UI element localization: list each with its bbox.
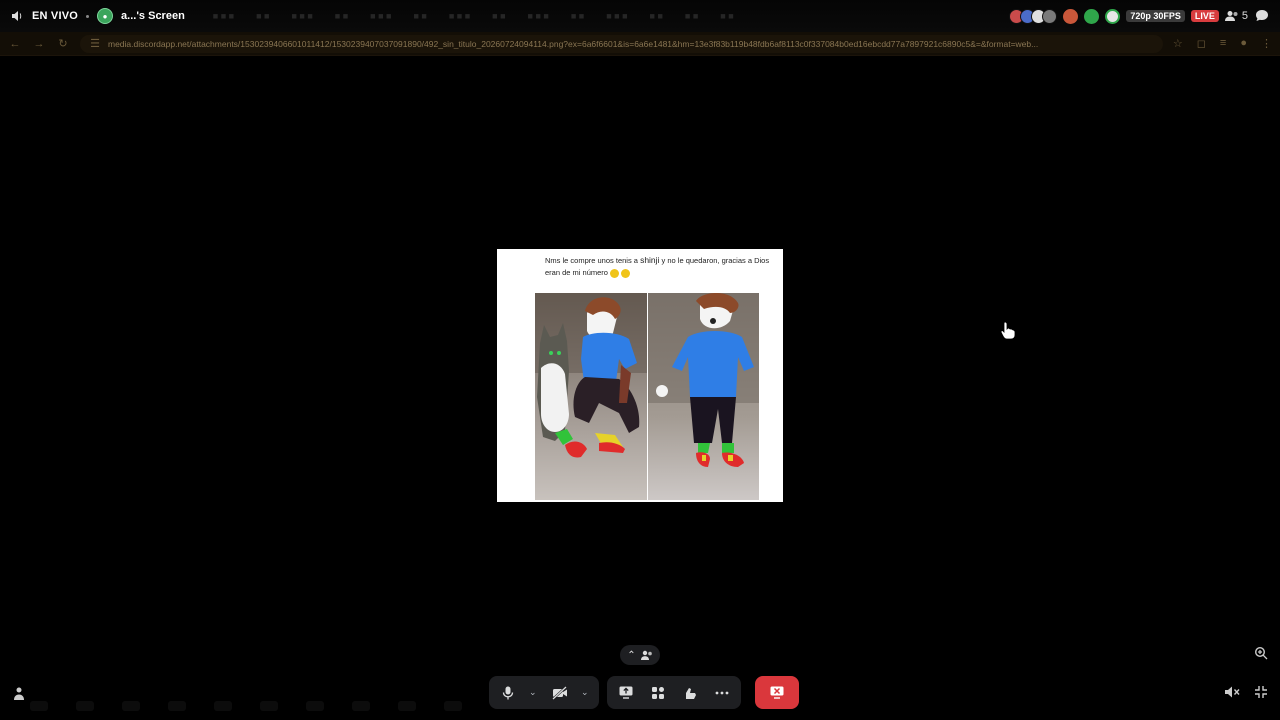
volume-icon[interactable] [10,9,24,23]
crying-emoji-icon [610,268,620,278]
url-text: media.discordapp.net/attachments/1530239… [108,38,1039,49]
app-icon[interactable] [1063,8,1079,24]
reload-icon[interactable]: ↻ [56,37,70,50]
stream-top-bar: EN VIVO ● a...'s Screen ■ ■ ■ ■ ■ ■ ■ ■ ■ ■… [0,0,1280,32]
meme-caption: Nms le compre unos tenis a shinji y no l… [545,254,775,279]
streamer-avatar[interactable]: ● [97,8,114,24]
app-icon[interactable] [1084,8,1100,24]
show-participants-toggle[interactable]: ⌃ [620,645,660,665]
crying-emoji-icon [621,268,631,278]
quality-badge: 720p 30FPS [1126,10,1185,22]
live-label: EN VIVO [32,10,79,22]
stream-status-cluster: 720p 30FPS LIVE 5 [1009,8,1270,24]
exit-fullscreen-icon[interactable] [1254,685,1268,699]
chevron-up-icon: ⌃ [627,649,636,661]
profile-icon[interactable]: ● [1240,37,1247,50]
viewer-count[interactable]: 5 [1224,10,1248,22]
site-info-icon[interactable]: ☰ [88,37,102,50]
viewer-count-value: 5 [1241,10,1248,22]
url-field[interactable]: ☰ media.discordapp.net/attachments/15302… [80,34,1163,53]
live-badge: LIVE [1190,10,1219,22]
forward-icon[interactable]: → [32,38,46,50]
user-activity-icon[interactable] [11,686,27,702]
shared-image: Nms le compre unos tenis a shinji y no l… [497,249,783,502]
man-standing-drawing [648,293,759,467]
menu-icon[interactable]: ⋮ [1261,37,1272,50]
cat-and-man-drawing [535,293,647,458]
stream-muted-icon[interactable] [1224,684,1240,700]
caption-text-start: Nms le compre unos tenis a [545,256,638,265]
bookmark-star-icon[interactable]: ☆ [1173,37,1183,50]
background-tabs: ■ ■ ■ ■ ■ ■ ■ ■ ■ ■ ■ ■ ■ ■ ■ ■ ■ ■ ■ ■ ■ ■ ■ ■ ■… [212,11,734,21]
app-icon[interactable] [1105,8,1121,24]
users-icon [1224,11,1238,21]
stream-viewer: EN VIVO ● a...'s Screen ■ ■ ■ ■ ■ ■ ■ ■ ■ ■… [0,0,1280,720]
tab-search-icon[interactable]: ≡ [1220,37,1226,50]
background-taskbar [30,697,1210,715]
separator-dot [86,14,90,18]
browser-address-bar: ← → ↻ ☰ media.discordapp.net/attachments… [0,32,1280,56]
browser-actions: ☆ ◻ ≡ ● ⋮ [1173,37,1272,50]
extensions-icon[interactable]: ◻ [1197,37,1206,50]
stream-title: a...'s Screen [121,10,185,22]
meme-panel-right [648,293,759,500]
caption-name: shinji [640,255,660,265]
more-dots-icon [715,691,729,694]
viewer-avatars[interactable] [1009,8,1058,24]
meme-panel-left [535,293,647,500]
hand-cursor-icon [1001,321,1015,339]
chat-icon[interactable] [1254,8,1270,24]
users-icon [640,650,652,660]
back-icon[interactable]: ← [8,38,22,50]
zoom-icon[interactable] [1254,646,1268,660]
